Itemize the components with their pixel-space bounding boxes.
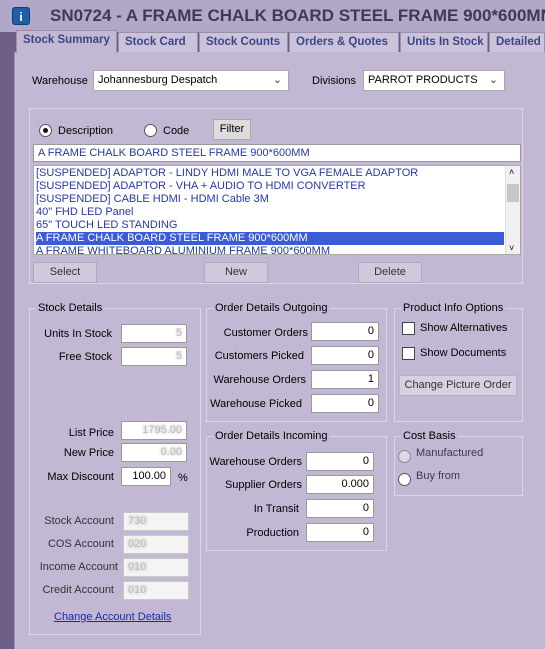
list-scrollbar[interactable]: ˄ ˅ xyxy=(505,166,520,254)
manufactured-label: Manufactured xyxy=(416,447,484,459)
production-label: Production xyxy=(246,527,299,539)
warehouse-value: Johannesburg Despatch xyxy=(98,74,218,86)
max-discount-label: Max Discount xyxy=(47,471,114,483)
warehouse-picked-label: Warehouse Picked xyxy=(210,398,302,410)
chevron-up-icon[interactable]: ˄ xyxy=(509,167,514,177)
manufactured-radio[interactable] xyxy=(398,450,411,463)
list-item[interactable]: 40" FHD LED Panel xyxy=(36,206,504,219)
list-item[interactable]: [SUSPENDED] ADAPTOR - LINDY HDMI MALE TO… xyxy=(36,167,504,180)
chevron-down-icon[interactable]: ˅ xyxy=(509,243,514,253)
max-discount-field[interactable]: 100.00 xyxy=(121,467,171,486)
stock-account-field[interactable]: 730 xyxy=(123,512,189,531)
delete-button[interactable]: Delete xyxy=(358,262,422,283)
warehouse-orders-in-label: Warehouse Orders xyxy=(209,456,302,468)
units-in-stock-label: Units In Stock xyxy=(44,328,112,340)
supplier-orders-field[interactable]: 0.000 xyxy=(306,475,374,494)
warehouse-orders-out-label: Warehouse Orders xyxy=(213,374,306,386)
select-button[interactable]: Select xyxy=(33,262,97,283)
supplier-orders-label: Supplier Orders xyxy=(224,479,302,491)
buy-from-radio[interactable] xyxy=(398,473,411,486)
order-incoming-group: Order Details Incoming Warehouse Orders … xyxy=(206,430,387,551)
units-in-stock-field[interactable]: 5 xyxy=(121,324,187,343)
customer-orders-field[interactable]: 0 xyxy=(311,322,379,341)
warehouse-label: Warehouse xyxy=(32,75,88,87)
tab-stock-card[interactable]: Stock Card xyxy=(118,32,198,52)
warehouse-orders-out-field[interactable]: 1 xyxy=(311,370,379,389)
description-radio[interactable] xyxy=(39,124,52,137)
stock-account-label: Stock Account xyxy=(44,515,114,527)
change-picture-order-button[interactable]: Change Picture Order xyxy=(399,375,517,396)
order-outgoing-title: Order Details Outgoing xyxy=(213,302,330,314)
free-stock-label: Free Stock xyxy=(58,351,112,363)
list-price-label: List Price xyxy=(68,427,114,439)
cos-account-field[interactable]: 020 xyxy=(123,535,189,554)
tab-units-in-stock[interactable]: Units In Stock xyxy=(400,32,488,52)
list-item[interactable]: 65" TOUCH LED STANDING xyxy=(36,219,504,232)
income-account-label: Income Account xyxy=(39,561,118,573)
title-bar: i SN0724 - A FRAME CHALK BOARD STEEL FRA… xyxy=(0,0,545,32)
warehouse-picked-field[interactable]: 0 xyxy=(311,394,379,413)
in-transit-field[interactable]: 0 xyxy=(306,499,374,518)
code-radio[interactable] xyxy=(144,124,157,137)
show-alternatives-checkbox[interactable] xyxy=(402,322,415,335)
list-item[interactable]: [SUSPENDED] ADAPTOR - VHA + AUDIO TO HDM… xyxy=(36,180,504,193)
cost-basis-title: Cost Basis xyxy=(401,430,458,442)
info-icon[interactable]: i xyxy=(12,7,30,25)
stock-details-group: Stock Details Units In Stock 5 Free Stoc… xyxy=(29,302,201,635)
change-account-details-link[interactable]: Change Account Details xyxy=(54,611,171,623)
new-button[interactable]: New xyxy=(204,262,268,283)
percent-sign: % xyxy=(178,472,188,484)
divisions-select[interactable]: PARROT PRODUCTS ⌄ xyxy=(363,70,505,91)
income-account-field[interactable]: 010 xyxy=(123,558,189,577)
customer-orders-label: Customer Orders xyxy=(223,327,308,339)
tab-stock-counts[interactable]: Stock Counts xyxy=(199,32,288,52)
warehouse-select[interactable]: Johannesburg Despatch ⌄ xyxy=(93,70,289,91)
credit-account-field[interactable]: 010 xyxy=(123,581,189,600)
new-price-label: New Price xyxy=(63,447,114,459)
list-price-field[interactable]: 1795.00 xyxy=(121,421,187,440)
show-alternatives-label: Show Alternatives xyxy=(420,322,508,334)
item-list[interactable]: [SUSPENDED] ADAPTOR - LINDY HDMI MALE TO… xyxy=(33,165,521,255)
tab-stock-summary[interactable]: Stock Summary xyxy=(16,30,117,53)
product-info-group: Product Info Options Show Alternatives S… xyxy=(394,302,523,422)
order-outgoing-group: Order Details Outgoing Customer Orders 0… xyxy=(206,302,387,422)
tab-detailed[interactable]: Detailed U xyxy=(489,32,545,52)
warehouse-orders-in-field[interactable]: 0 xyxy=(306,452,374,471)
in-transit-label: In Transit xyxy=(253,503,299,515)
code-label: Code xyxy=(163,125,190,137)
new-price-field[interactable]: 0.00 xyxy=(121,443,187,462)
production-field[interactable]: 0 xyxy=(306,523,374,542)
list-item[interactable]: A FRAME WHITEBOARD ALUMINIUM FRAME 900*6… xyxy=(36,245,504,254)
customers-picked-field[interactable]: 0 xyxy=(311,346,379,365)
scroll-thumb[interactable] xyxy=(507,184,519,202)
search-group: Description Code Filter A FRAME CHALK BO… xyxy=(29,108,523,284)
divisions-label: Divisions xyxy=(312,75,357,87)
show-documents-label: Show Documents xyxy=(420,347,507,359)
search-input[interactable]: A FRAME CHALK BOARD STEEL FRAME 900*600M… xyxy=(33,144,521,162)
product-info-title: Product Info Options xyxy=(401,302,506,314)
tab-bar: Stock Summary Stock Card Stock Counts Or… xyxy=(14,30,545,53)
free-stock-field[interactable]: 5 xyxy=(121,347,187,366)
chevron-down-icon: ⌄ xyxy=(272,74,282,86)
chevron-down-icon: ⌄ xyxy=(488,74,498,86)
order-incoming-title: Order Details Incoming xyxy=(213,430,330,442)
filter-button[interactable]: Filter xyxy=(213,119,251,140)
divisions-value: PARROT PRODUCTS xyxy=(368,74,478,86)
customers-picked-label: Customers Picked xyxy=(214,350,304,362)
window-title: SN0724 - A FRAME CHALK BOARD STEEL FRAME… xyxy=(50,6,545,25)
show-documents-checkbox[interactable] xyxy=(402,347,415,360)
description-label: Description xyxy=(58,125,114,137)
tab-orders-quotes[interactable]: Orders & Quotes xyxy=(289,32,399,52)
credit-account-label: Credit Account xyxy=(42,584,114,596)
stock-details-title: Stock Details xyxy=(36,302,105,314)
list-item[interactable]: [SUSPENDED] CABLE HDMI - HDMI Cable 3M xyxy=(36,193,504,206)
list-item-selected[interactable]: A FRAME CHALK BOARD STEEL FRAME 900*600M… xyxy=(36,232,504,245)
main-panel: Warehouse Johannesburg Despatch ⌄ Divisi… xyxy=(14,52,545,649)
buy-from-label: Buy from xyxy=(416,470,461,482)
cos-account-label: COS Account xyxy=(47,538,114,550)
cost-basis-group: Cost Basis Manufactured Buy from xyxy=(394,430,523,496)
